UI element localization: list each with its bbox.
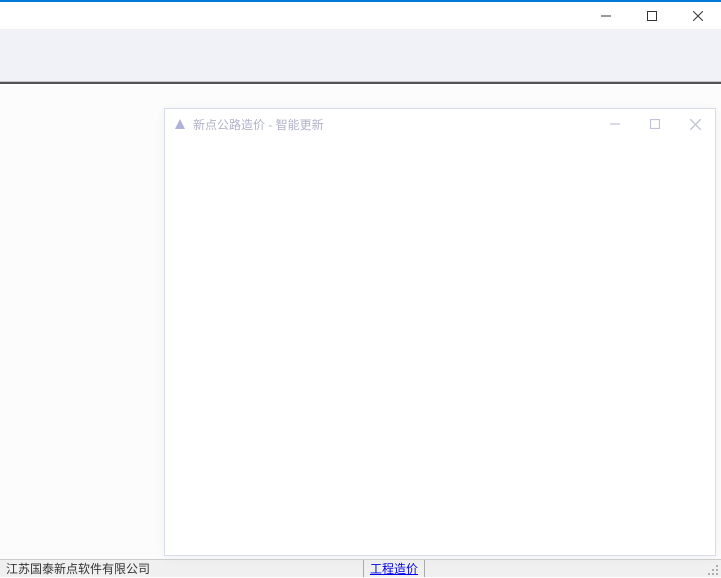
window-controls — [583, 2, 721, 30]
ribbon-toolbar — [0, 30, 721, 82]
dialog-content-area — [165, 139, 715, 555]
dialog-window-controls — [595, 109, 715, 139]
resize-grip-icon[interactable] — [703, 560, 721, 578]
main-titlebar — [0, 2, 721, 30]
dialog-titlebar: 新点公路造价 - 智能更新 — [165, 109, 715, 139]
status-company-label: 江苏国泰新点软件有限公司 — [0, 560, 363, 577]
dialog-title-label: 新点公路造价 - 智能更新 — [193, 116, 595, 133]
status-link-segment: 工程造价 — [363, 560, 424, 577]
ribbon-separator — [0, 82, 721, 84]
dialog-close-button[interactable] — [675, 109, 715, 139]
dialog-maximize-button[interactable] — [635, 109, 675, 139]
maximize-button[interactable] — [629, 2, 675, 30]
status-empty-segment — [424, 560, 660, 577]
update-dialog: 新点公路造价 - 智能更新 — [164, 108, 716, 556]
close-button[interactable] — [675, 2, 721, 30]
engineering-cost-link[interactable]: 工程造价 — [364, 560, 424, 577]
app-triangle-icon — [173, 117, 187, 131]
status-bar: 江苏国泰新点软件有限公司 工程造价 — [0, 559, 721, 577]
minimize-button[interactable] — [583, 2, 629, 30]
dialog-minimize-button[interactable] — [595, 109, 635, 139]
